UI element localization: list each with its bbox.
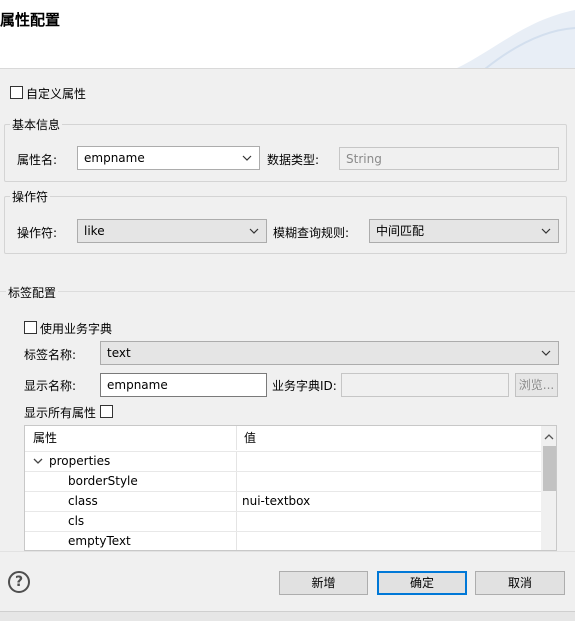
row-name: borderStyle xyxy=(68,474,138,488)
display-name-label: 显示名称: xyxy=(24,379,77,393)
row-value: nui-textbox xyxy=(242,494,311,508)
chevron-down-icon xyxy=(540,342,552,364)
chevron-down-icon xyxy=(248,220,260,242)
show-all-checkbox[interactable] xyxy=(100,405,113,418)
attr-name-value: empname xyxy=(84,151,145,165)
attr-name-label: 属性名: xyxy=(17,153,58,167)
show-all-label: 显示所有属性 xyxy=(24,406,97,420)
dict-id-input xyxy=(341,373,509,397)
dict-id-label: 业务字典ID: xyxy=(272,379,337,393)
table-row[interactable]: cls xyxy=(25,511,541,531)
basic-info-group-title: 基本信息 xyxy=(10,116,63,133)
chevron-down-icon xyxy=(241,147,253,169)
table-row[interactable]: borderStyle xyxy=(25,471,541,491)
footer-divider xyxy=(0,551,575,552)
operator-group-title: 操作符 xyxy=(10,188,51,205)
add-button[interactable]: 新增 xyxy=(279,571,368,595)
tag-name-value: text xyxy=(107,346,131,360)
property-table[interactable]: 属性 值 properties borderStyle class nui-te… xyxy=(24,425,557,551)
browse-button[interactable]: 浏览... xyxy=(515,373,558,397)
row-name: emptyText xyxy=(68,534,131,548)
tag-name-label: 标签名称: xyxy=(24,348,77,362)
table-header: 属性 值 xyxy=(25,426,541,450)
fuzzy-rule-combo[interactable]: 中间匹配 xyxy=(369,219,559,243)
header-value: 值 xyxy=(244,431,257,445)
operator-combo[interactable]: like xyxy=(77,219,267,243)
header-decoration xyxy=(456,10,575,68)
cancel-button[interactable]: 取消 xyxy=(475,571,565,595)
custom-attr-label: 自定义属性 xyxy=(26,87,87,101)
tag-config-title: 标签配置 xyxy=(6,284,59,301)
display-name-input[interactable]: empname xyxy=(100,373,267,397)
properties-node: properties xyxy=(49,454,111,468)
vertical-scrollbar[interactable] xyxy=(541,426,556,550)
table-row[interactable]: properties xyxy=(25,451,541,471)
attr-name-combo[interactable]: empname xyxy=(77,146,260,170)
use-dict-label: 使用业务字典 xyxy=(40,322,113,336)
background-strip xyxy=(0,611,575,621)
dialog-title: 属性配置 xyxy=(0,11,61,29)
fuzzy-rule-label: 模糊查询规则: xyxy=(273,226,350,240)
tag-config-divider xyxy=(0,291,575,292)
table-row[interactable]: class nui-textbox xyxy=(25,491,541,511)
ok-button[interactable]: 确定 xyxy=(377,571,467,595)
fuzzy-rule-value: 中间匹配 xyxy=(376,224,425,238)
scrollbar-thumb[interactable] xyxy=(543,446,556,491)
data-type-field: String xyxy=(339,147,559,170)
dialog-header: 属性配置 xyxy=(0,0,575,69)
chevron-down-icon xyxy=(540,220,552,242)
row-name: cls xyxy=(68,514,85,528)
data-type-label: 数据类型: xyxy=(267,153,320,167)
operator-value: like xyxy=(84,224,105,238)
use-dict-checkbox[interactable] xyxy=(24,321,37,334)
tag-name-combo[interactable]: text xyxy=(100,341,559,365)
header-attr: 属性 xyxy=(33,431,58,445)
help-icon[interactable]: ? xyxy=(8,571,30,593)
custom-attr-checkbox[interactable] xyxy=(10,86,23,99)
table-row[interactable]: emptyText xyxy=(25,531,541,550)
row-name: class xyxy=(68,494,98,508)
operator-label: 操作符: xyxy=(17,226,58,240)
scroll-up-icon[interactable] xyxy=(544,430,554,444)
